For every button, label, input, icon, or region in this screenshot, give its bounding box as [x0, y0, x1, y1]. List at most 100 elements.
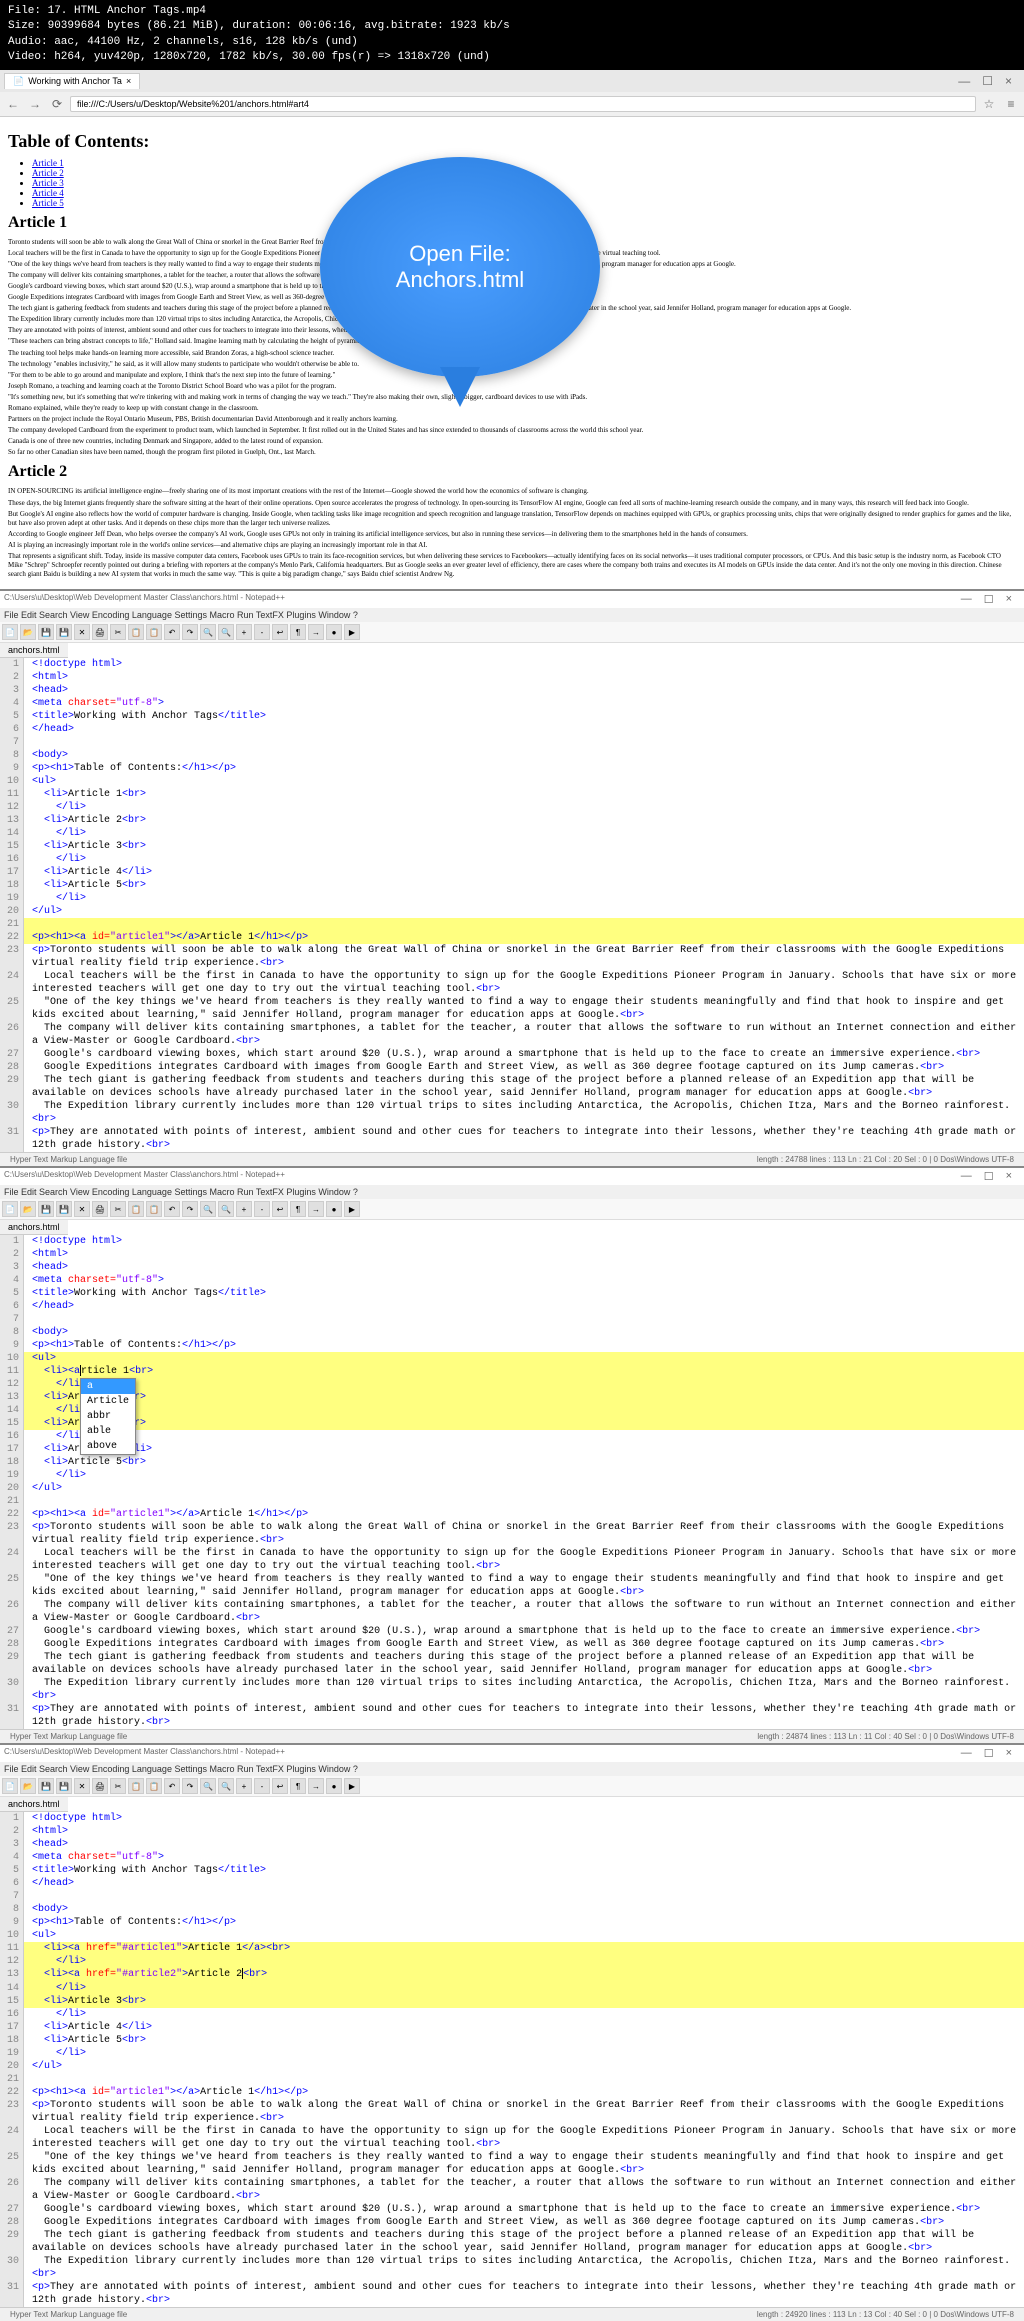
- close-icon[interactable]: ×: [126, 76, 131, 86]
- chars-icon[interactable]: ¶: [290, 1201, 306, 1217]
- zoom-out-icon[interactable]: -: [254, 624, 270, 640]
- back-icon[interactable]: ←: [4, 95, 22, 113]
- replace-icon[interactable]: 🔍: [218, 624, 234, 640]
- close-icon[interactable]: ×: [1006, 1170, 1012, 1183]
- editor-menu[interactable]: File Edit Search View Encoding Language …: [0, 1762, 1024, 1776]
- macro-icon[interactable]: ●: [326, 624, 342, 640]
- paste-icon[interactable]: 📋: [146, 1778, 162, 1794]
- cut-icon[interactable]: ✂: [110, 1778, 126, 1794]
- url-input[interactable]: [70, 96, 976, 112]
- maximize-icon[interactable]: ☐: [984, 1170, 994, 1183]
- close-icon[interactable]: ✕: [74, 624, 90, 640]
- copy-icon[interactable]: 📋: [128, 624, 144, 640]
- replace-icon[interactable]: 🔍: [218, 1201, 234, 1217]
- wrap-icon[interactable]: ↩: [272, 624, 288, 640]
- print-icon[interactable]: 🖨: [92, 1778, 108, 1794]
- zoom-in-icon[interactable]: +: [236, 624, 252, 640]
- indent-icon[interactable]: →: [308, 1778, 324, 1794]
- new-icon[interactable]: 📄: [2, 1778, 18, 1794]
- chars-icon[interactable]: ¶: [290, 624, 306, 640]
- undo-icon[interactable]: ↶: [164, 1778, 180, 1794]
- file-tab[interactable]: anchors.html: [0, 1797, 68, 1812]
- maximize-icon[interactable]: ☐: [984, 1747, 994, 1760]
- maximize-icon[interactable]: ☐: [982, 74, 993, 88]
- autocomplete-popup[interactable]: a Article abbr able above: [80, 1378, 136, 1455]
- zoom-out-icon[interactable]: -: [254, 1201, 270, 1217]
- autocomplete-item[interactable]: Article: [81, 1394, 135, 1409]
- autocomplete-item[interactable]: a: [81, 1379, 135, 1394]
- wrap-icon[interactable]: ↩: [272, 1201, 288, 1217]
- saveall-icon[interactable]: 💾: [56, 624, 72, 640]
- play-icon[interactable]: ▶: [344, 1201, 360, 1217]
- saveall-icon[interactable]: 💾: [56, 1201, 72, 1217]
- chars-icon[interactable]: ¶: [290, 1778, 306, 1794]
- find-icon[interactable]: 🔍: [200, 1778, 216, 1794]
- cut-icon[interactable]: ✂: [110, 1201, 126, 1217]
- minimize-icon[interactable]: —: [961, 1170, 972, 1183]
- maximize-icon[interactable]: ☐: [984, 593, 994, 606]
- code-editor[interactable]: 1<!doctype html> 2<html> 3<head> 4<meta …: [0, 658, 1024, 1152]
- undo-icon[interactable]: ↶: [164, 1201, 180, 1217]
- toc-link-1[interactable]: Article 1: [32, 158, 64, 168]
- redo-icon[interactable]: ↷: [182, 1201, 198, 1217]
- copy-icon[interactable]: 📋: [128, 1201, 144, 1217]
- indent-icon[interactable]: →: [308, 1201, 324, 1217]
- saveall-icon[interactable]: 💾: [56, 1778, 72, 1794]
- print-icon[interactable]: 🖨: [92, 1201, 108, 1217]
- minimize-icon[interactable]: —: [961, 1747, 972, 1760]
- find-icon[interactable]: 🔍: [200, 624, 216, 640]
- editor-menu[interactable]: File Edit Search View Encoding Language …: [0, 1185, 1024, 1199]
- minimize-icon[interactable]: —: [958, 74, 970, 88]
- browser-tab[interactable]: 📄 Working with Anchor Ta ×: [4, 73, 140, 89]
- save-icon[interactable]: 💾: [38, 1778, 54, 1794]
- open-icon[interactable]: 📂: [20, 624, 36, 640]
- toc-link-5[interactable]: Article 5: [32, 198, 64, 208]
- toc-link-3[interactable]: Article 3: [32, 178, 64, 188]
- close-icon[interactable]: ✕: [74, 1778, 90, 1794]
- indent-icon[interactable]: →: [308, 624, 324, 640]
- close-icon[interactable]: ×: [1006, 593, 1012, 606]
- play-icon[interactable]: ▶: [344, 1778, 360, 1794]
- file-tab[interactable]: anchors.html: [0, 1220, 68, 1235]
- wrap-icon[interactable]: ↩: [272, 1778, 288, 1794]
- macro-icon[interactable]: ●: [326, 1778, 342, 1794]
- zoom-in-icon[interactable]: +: [236, 1778, 252, 1794]
- autocomplete-item[interactable]: able: [81, 1424, 135, 1439]
- open-icon[interactable]: 📂: [20, 1201, 36, 1217]
- save-icon[interactable]: 💾: [38, 1201, 54, 1217]
- save-icon[interactable]: 💾: [38, 624, 54, 640]
- menu-icon[interactable]: ≡: [1002, 95, 1020, 113]
- toc-link-4[interactable]: Article 4: [32, 188, 64, 198]
- play-icon[interactable]: ▶: [344, 624, 360, 640]
- new-icon[interactable]: 📄: [2, 1201, 18, 1217]
- file-tab[interactable]: anchors.html: [0, 643, 68, 658]
- paste-icon[interactable]: 📋: [146, 624, 162, 640]
- autocomplete-item[interactable]: above: [81, 1439, 135, 1454]
- editor-menu[interactable]: File Edit Search View Encoding Language …: [0, 608, 1024, 622]
- autocomplete-item[interactable]: abbr: [81, 1409, 135, 1424]
- code-editor[interactable]: 1<!doctype html> 2<html> 3<head> 4<meta …: [0, 1812, 1024, 2306]
- minimize-icon[interactable]: —: [961, 593, 972, 606]
- new-icon[interactable]: 📄: [2, 624, 18, 640]
- undo-icon[interactable]: ↶: [164, 624, 180, 640]
- star-icon[interactable]: ☆: [980, 95, 998, 113]
- toc-link-2[interactable]: Article 2: [32, 168, 64, 178]
- open-icon[interactable]: 📂: [20, 1778, 36, 1794]
- reload-icon[interactable]: ⟳: [48, 95, 66, 113]
- close-icon[interactable]: ✕: [74, 1201, 90, 1217]
- zoom-in-icon[interactable]: +: [236, 1201, 252, 1217]
- forward-icon[interactable]: →: [26, 95, 44, 113]
- macro-icon[interactable]: ●: [326, 1201, 342, 1217]
- replace-icon[interactable]: 🔍: [218, 1778, 234, 1794]
- print-icon[interactable]: 🖨: [92, 624, 108, 640]
- zoom-out-icon[interactable]: -: [254, 1778, 270, 1794]
- code-editor[interactable]: 1<!doctype html> 2<html> 3<head> 4<meta …: [0, 1235, 1024, 1729]
- copy-icon[interactable]: 📋: [128, 1778, 144, 1794]
- cut-icon[interactable]: ✂: [110, 624, 126, 640]
- close-icon[interactable]: ×: [1006, 1747, 1012, 1760]
- find-icon[interactable]: 🔍: [200, 1201, 216, 1217]
- redo-icon[interactable]: ↷: [182, 624, 198, 640]
- redo-icon[interactable]: ↷: [182, 1778, 198, 1794]
- paste-icon[interactable]: 📋: [146, 1201, 162, 1217]
- close-icon[interactable]: ×: [1005, 74, 1012, 88]
